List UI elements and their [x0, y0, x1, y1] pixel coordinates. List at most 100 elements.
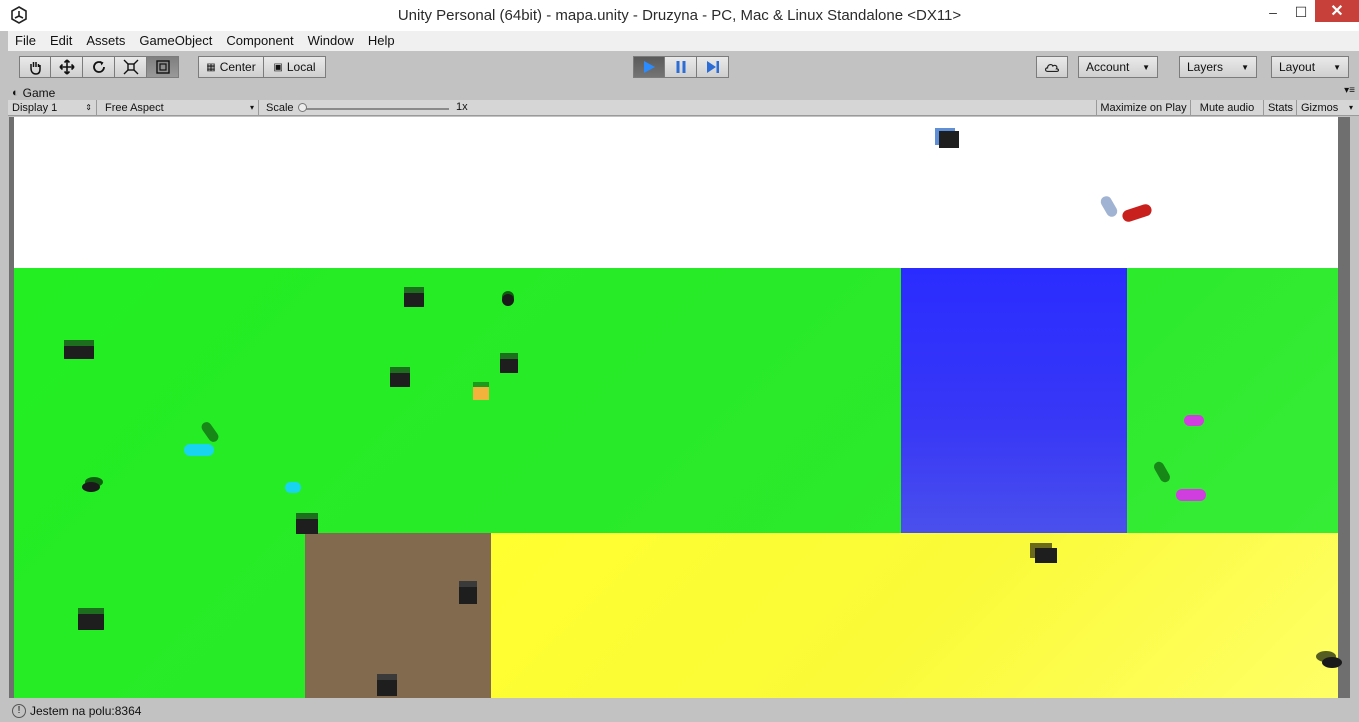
- play-controls: [633, 56, 729, 78]
- game-scene: [14, 117, 1342, 698]
- window-title: Unity Personal (64bit) - mapa.unity - Dr…: [397, 7, 962, 24]
- cube-obstacle: [78, 614, 104, 630]
- game-controller-icon: ◐: [12, 86, 19, 99]
- pivot-center-toggle[interactable]: ▦ Center: [198, 56, 264, 78]
- pivot-center-label: Center: [219, 60, 256, 74]
- pivot-center-icon: ▦: [206, 61, 216, 73]
- sand-field: [491, 533, 1338, 698]
- scale-slider-thumb[interactable]: [298, 103, 307, 112]
- chevron-down-icon: ▾: [249, 103, 254, 112]
- dirt-field: [305, 533, 491, 698]
- cyan-capsule-agent: [184, 444, 214, 456]
- pause-icon: [676, 61, 685, 73]
- tab-menu-icon[interactable]: ▾≡: [1344, 85, 1355, 96]
- gizmos-dropdown[interactable]: Gizmos ▾: [1296, 100, 1356, 115]
- menu-window[interactable]: Window: [301, 31, 361, 51]
- layout-label: Layout: [1279, 60, 1316, 74]
- step-button[interactable]: [697, 56, 729, 78]
- cube-obstacle: [390, 373, 410, 387]
- scale-slider-track[interactable]: [301, 108, 449, 110]
- step-icon: [706, 61, 719, 73]
- aspect-label: Free Aspect: [105, 101, 164, 114]
- menu-bar: File Edit Assets GameObject Component Wi…: [8, 31, 1359, 51]
- gizmos-label: Gizmos: [1301, 101, 1339, 114]
- cube-obstacle: [1035, 548, 1057, 563]
- chevron-down-icon: ▼: [1333, 62, 1341, 72]
- menu-assets[interactable]: Assets: [79, 31, 132, 51]
- hand-tool-button[interactable]: [19, 56, 51, 78]
- layout-dropdown[interactable]: Layout ▼: [1271, 56, 1349, 78]
- game-tab-row: ◐ Game ▾≡: [8, 85, 1359, 100]
- transform-tools: [19, 56, 179, 78]
- maximize-button[interactable]: ☐: [1288, 0, 1314, 24]
- play-button[interactable]: [633, 56, 665, 78]
- scale-icon: [123, 59, 138, 75]
- cloud-icon: [1044, 63, 1060, 73]
- pivot-local-label: Local: [286, 60, 316, 74]
- magenta-capsule-agent: [1184, 415, 1204, 426]
- menu-component[interactable]: Component: [219, 31, 300, 51]
- maximize-on-play-toggle[interactable]: Maximize on Play: [1096, 100, 1190, 115]
- display-label: Display 1: [12, 101, 58, 114]
- stats-toggle[interactable]: Stats: [1263, 100, 1297, 115]
- tab-game[interactable]: ◐ Game: [12, 85, 55, 100]
- menu-gameobject[interactable]: GameObject: [132, 31, 219, 51]
- layers-dropdown[interactable]: Layers ▼: [1179, 56, 1257, 78]
- account-label: Account: [1086, 60, 1130, 74]
- cube-obstacle: [64, 346, 94, 359]
- pivot-local-toggle[interactable]: ▣ Local: [264, 56, 326, 78]
- hand-icon: [30, 62, 41, 75]
- red-capsule-agent: [1120, 202, 1154, 224]
- pivot-toggles: ▦ Center ▣ Local: [198, 56, 326, 78]
- window-title-bar: Unity Personal (64bit) - mapa.unity - Dr…: [0, 0, 1359, 31]
- cube-obstacle-orange: [473, 387, 489, 400]
- menu-help[interactable]: Help: [361, 31, 402, 51]
- close-button[interactable]: ✕: [1315, 0, 1359, 22]
- tab-game-label: Game: [22, 85, 56, 100]
- play-icon: [644, 61, 655, 73]
- scale-value: 1x: [456, 101, 468, 113]
- scale-control: Scale 1x: [264, 100, 474, 115]
- status-message[interactable]: Jestem na polu:8364: [30, 704, 141, 718]
- display-dropdown[interactable]: Display 1 ⇕: [8, 100, 97, 115]
- account-dropdown[interactable]: Account ▼: [1078, 56, 1158, 78]
- cube-obstacle: [500, 359, 518, 373]
- local-cube-icon: ▣: [273, 61, 283, 73]
- ball-object: [1322, 657, 1342, 668]
- rect-tool-button[interactable]: [147, 56, 179, 78]
- pause-button[interactable]: [665, 56, 697, 78]
- menu-edit[interactable]: Edit: [43, 31, 79, 51]
- scale-tool-button[interactable]: [115, 56, 147, 78]
- ball-object: [82, 482, 100, 492]
- info-icon: !: [12, 703, 26, 718]
- rect-transform-icon: [155, 60, 170, 74]
- game-viewport[interactable]: [9, 117, 1350, 698]
- scale-label: Scale: [266, 101, 294, 114]
- chevron-down-icon: ▼: [1142, 62, 1150, 72]
- layers-label: Layers: [1187, 60, 1224, 74]
- minimize-button[interactable]: –: [1258, 0, 1288, 24]
- ball-object: [502, 294, 514, 306]
- aspect-dropdown[interactable]: Free Aspect ▾: [101, 100, 259, 115]
- water-field: [901, 268, 1127, 533]
- cloud-button[interactable]: [1036, 56, 1068, 78]
- cube-obstacle: [404, 293, 424, 307]
- game-view-toolbar: Display 1 ⇕ Free Aspect ▾ Scale 1x Maxim…: [8, 100, 1359, 116]
- rotate-icon: [92, 61, 105, 73]
- rotate-tool-button[interactable]: [83, 56, 115, 78]
- menu-file[interactable]: File: [8, 31, 43, 51]
- mute-audio-toggle[interactable]: Mute audio: [1190, 100, 1263, 115]
- cube-obstacle: [377, 680, 397, 696]
- magenta-capsule-agent: [1176, 489, 1206, 501]
- chevron-down-icon: ▾: [1348, 103, 1353, 112]
- chevron-down-icon: ▼: [1241, 62, 1249, 72]
- capsule-shadow: [1098, 194, 1120, 219]
- cube-obstacle: [939, 131, 959, 148]
- move-arrows-icon: [58, 59, 75, 75]
- main-toolbar: ▦ Center ▣ Local Account ▼ Layers ▼ Layo…: [8, 51, 1359, 85]
- cube-obstacle: [296, 519, 318, 534]
- updown-arrows-icon: ⇕: [85, 103, 92, 112]
- cyan-capsule-agent: [285, 482, 301, 493]
- move-tool-button[interactable]: [51, 56, 83, 78]
- status-bar: ! Jestem na polu:8364: [8, 699, 1359, 722]
